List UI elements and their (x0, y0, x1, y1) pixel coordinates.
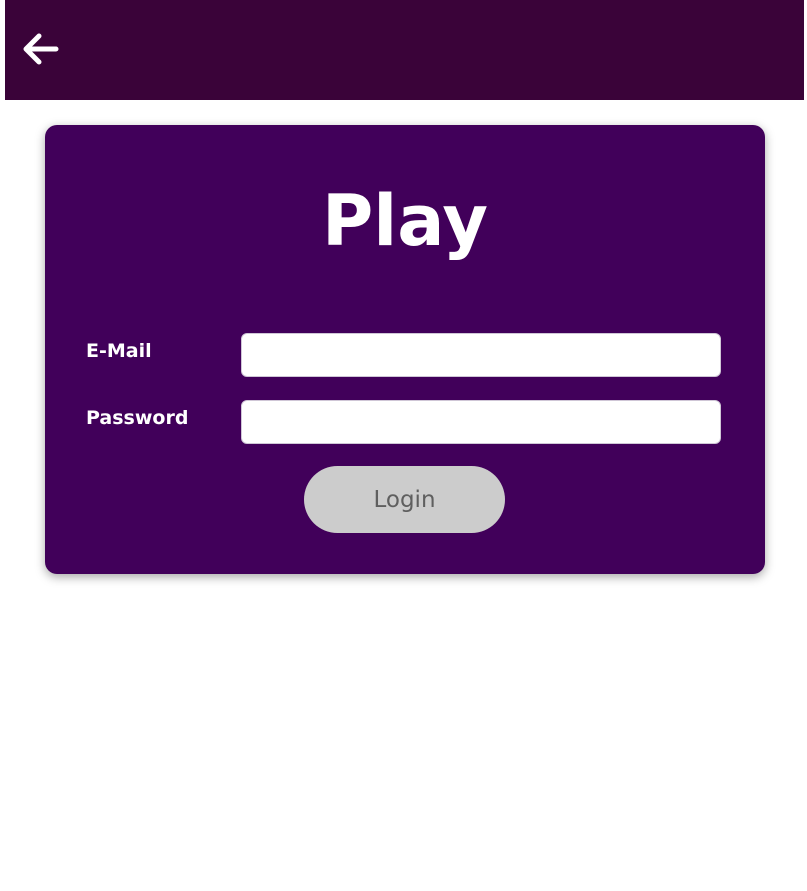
top-app-bar (5, 0, 804, 100)
page-title: Play (321, 180, 488, 262)
arrow-left-icon (23, 33, 59, 65)
password-field[interactable] (241, 400, 721, 444)
email-label: E-Mail (86, 340, 152, 362)
login-button[interactable]: Login (304, 466, 505, 533)
email-field[interactable] (241, 333, 721, 377)
back-button[interactable] (20, 31, 60, 67)
login-card: Play E-Mail Password Login (45, 125, 765, 574)
password-label: Password (86, 407, 189, 429)
